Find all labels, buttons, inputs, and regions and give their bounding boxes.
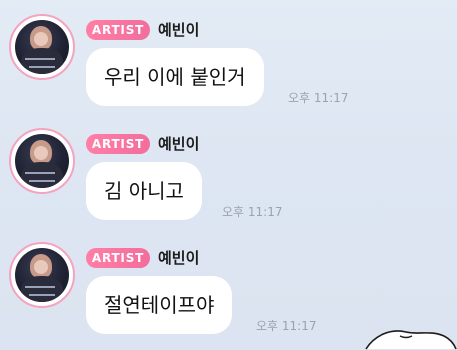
profile-photo-icon — [15, 134, 69, 188]
message-timestamp: 오후 11:17 — [256, 319, 317, 333]
message-timestamp: 오후 11:17 — [222, 205, 283, 219]
chat-message: ARTIST 예빈이 김 아니고 오후 11:17 — [0, 114, 457, 224]
artist-avatar[interactable] — [9, 128, 75, 194]
sticker-doodle-icon — [365, 330, 457, 350]
sender-name[interactable]: 예빈이 — [158, 247, 199, 269]
message-bubble[interactable]: 절연테이프야 — [86, 276, 233, 334]
artist-avatar[interactable] — [9, 242, 75, 308]
message-bubble[interactable]: 김 아니고 — [86, 162, 202, 220]
artist-badge: ARTIST — [86, 248, 150, 268]
artist-badge: ARTIST — [86, 134, 150, 154]
artist-badge: ARTIST — [86, 20, 150, 40]
sender-name[interactable]: 예빈이 — [158, 19, 199, 41]
chat-message-list[interactable]: ARTIST 예빈이 우리 이에 붙인거 오후 11:17 ARTIST 예빈이… — [0, 0, 457, 350]
profile-photo-icon — [15, 248, 69, 302]
message-timestamp: 오후 11:17 — [288, 91, 349, 105]
sender-name[interactable]: 예빈이 — [158, 133, 199, 155]
chat-message: ARTIST 예빈이 우리 이에 붙인거 오후 11:17 — [0, 0, 457, 110]
message-bubble[interactable]: 우리 이에 붙인거 — [86, 48, 264, 106]
profile-photo-icon — [15, 20, 69, 74]
artist-avatar[interactable] — [9, 14, 75, 80]
